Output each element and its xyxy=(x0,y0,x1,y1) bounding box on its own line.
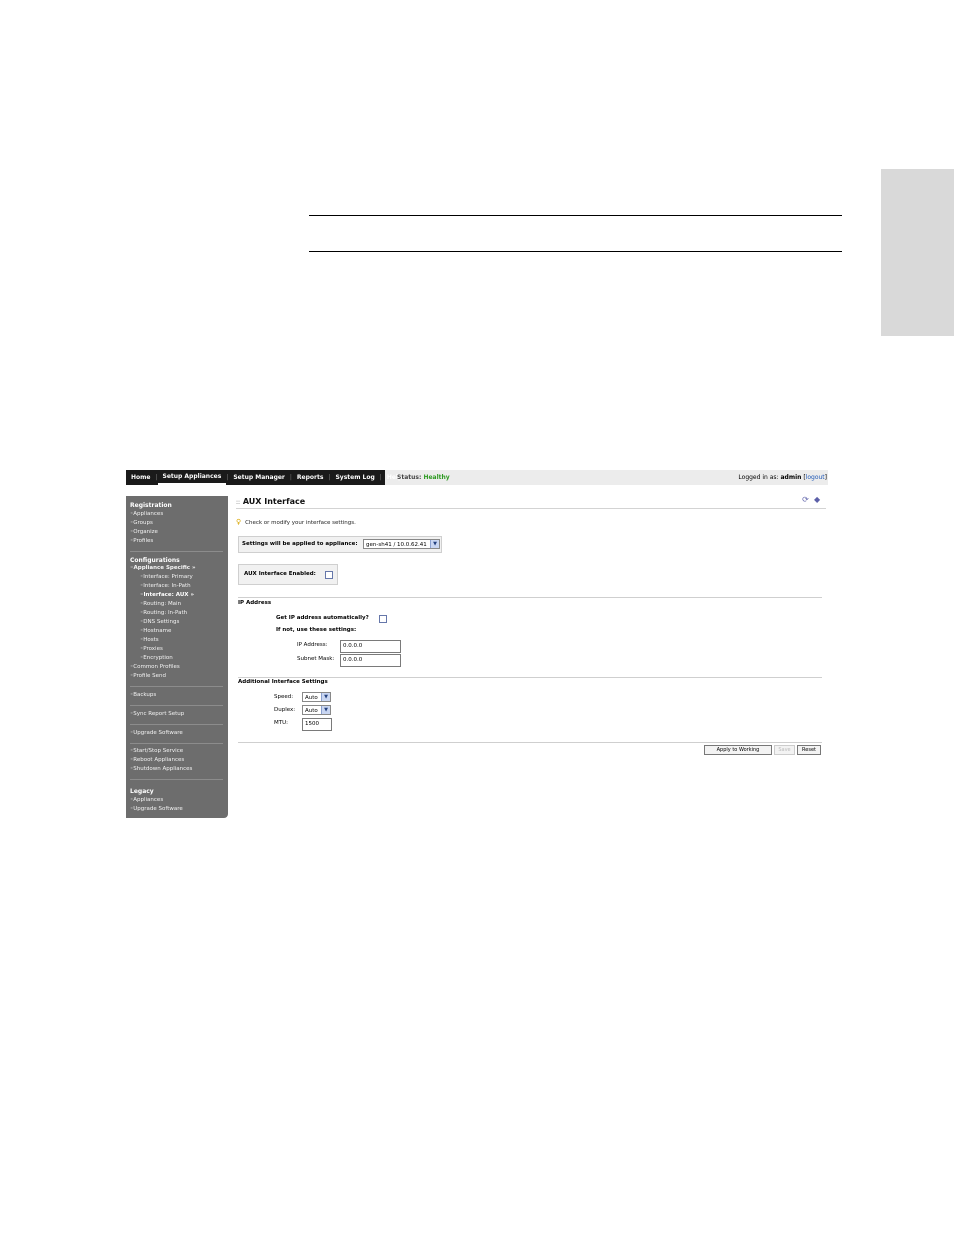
nav-reports[interactable]: Reports xyxy=(292,470,329,485)
ip-section-heading: IP Address xyxy=(238,600,272,606)
appliance-selector-box: Settings will be applied to appliance: g… xyxy=(238,536,442,553)
sidebar: Registration ◦Appliances ◦Groups ◦Organi… xyxy=(126,496,228,818)
top-bar: Home | Setup Appliances | Setup Manager … xyxy=(126,470,828,485)
sidebar-heading-legacy: Legacy xyxy=(130,788,154,795)
mtu-label: MTU: xyxy=(274,720,288,726)
sidebar-heading-registration: Registration xyxy=(130,502,172,509)
sidebar-item-interface-primary[interactable]: ◦Interface: Primary xyxy=(140,573,193,582)
nav-home[interactable]: Home xyxy=(126,470,155,485)
sidebar-item-start-stop-service[interactable]: ◦Start/Stop Service xyxy=(130,747,183,756)
status-value: Healthy xyxy=(423,474,450,481)
mtu-input[interactable] xyxy=(302,718,332,731)
subnet-mask-input[interactable] xyxy=(340,654,401,667)
header-rule-top xyxy=(309,215,842,216)
additional-section-heading: Additional Interface Settings xyxy=(238,679,328,685)
sidebar-item-hosts[interactable]: ◦Hosts xyxy=(140,636,159,645)
aux-enabled-box: AUX Interface Enabled: xyxy=(238,564,338,585)
aux-enabled-label: AUX Interface Enabled: xyxy=(244,571,316,577)
ip-manual-label: If not, use these settings: xyxy=(276,627,357,633)
hint-text: ♀ Check or modify your interface settings… xyxy=(236,518,356,526)
sidebar-item-legacy-upgrade-software[interactable]: ◦Upgrade Software xyxy=(130,805,183,814)
refresh-icon[interactable]: ⟳ xyxy=(802,496,810,504)
sidebar-item-encryption[interactable]: ◦Encryption xyxy=(140,654,173,663)
login-prefix: Logged in as: xyxy=(738,474,779,481)
lightbulb-icon: ♀ xyxy=(236,518,242,526)
sidebar-item-shutdown-appliances[interactable]: ◦Shutdown Appliances xyxy=(130,765,192,774)
appliance-select[interactable]: gen-sh41 / 10.0.62.41 ▼ xyxy=(363,539,440,549)
sidebar-item-profile-send[interactable]: ◦Profile Send xyxy=(130,672,166,681)
page-edge-tab xyxy=(881,169,954,336)
sidebar-item-organize[interactable]: ◦Organize xyxy=(130,528,158,537)
logout-link[interactable]: logout xyxy=(806,474,825,481)
sidebar-item-sync-report-setup[interactable]: ◦Sync Report Setup xyxy=(130,710,184,719)
sidebar-item-hostname[interactable]: ◦Hostname xyxy=(140,627,171,636)
duplex-select[interactable]: Auto ▼ xyxy=(302,705,331,715)
sidebar-item-proxies[interactable]: ◦Proxies xyxy=(140,645,163,654)
sidebar-item-appliances[interactable]: ◦Appliances xyxy=(130,510,163,519)
duplex-label: Duplex: xyxy=(274,707,296,713)
sidebar-item-routing-in-path[interactable]: ◦Routing: In-Path xyxy=(140,609,187,618)
sidebar-item-backups[interactable]: ◦Backups xyxy=(130,691,156,700)
subnet-mask-label: Subnet Mask: xyxy=(297,656,335,662)
ip-address-input[interactable] xyxy=(340,640,401,653)
save-button[interactable]: Save xyxy=(774,745,795,755)
nav-setup-appliances[interactable]: Setup Appliances xyxy=(157,470,227,485)
sidebar-item-dns-settings[interactable]: ◦DNS Settings xyxy=(140,618,179,627)
sidebar-item-common-profiles[interactable]: ◦Common Profiles xyxy=(130,663,180,672)
print-icon[interactable]: ◆ xyxy=(814,496,822,504)
header-rule-bottom xyxy=(309,251,842,252)
status-label: Status: xyxy=(397,474,422,481)
sidebar-item-legacy-appliances[interactable]: ◦Appliances xyxy=(130,796,163,805)
screenshot-ui: Home | Setup Appliances | Setup Manager … xyxy=(126,470,828,820)
login-user: admin xyxy=(780,474,802,481)
apply-to-working-button[interactable]: Apply to Working xyxy=(704,745,772,755)
chevron-down-icon: ▼ xyxy=(430,540,439,548)
main-nav: Home | Setup Appliances | Setup Manager … xyxy=(126,470,402,485)
aux-enabled-checkbox[interactable] xyxy=(325,571,333,579)
speed-select[interactable]: Auto ▼ xyxy=(302,692,331,702)
ip-address-label: IP Address: xyxy=(297,642,328,648)
sidebar-item-profiles[interactable]: ◦Profiles xyxy=(130,537,153,546)
chevron-down-icon: ▼ xyxy=(321,706,330,714)
sidebar-item-reboot-appliances[interactable]: ◦Reboot Appliances xyxy=(130,756,184,765)
ip-auto-label: Get IP address automatically? xyxy=(276,615,369,621)
chevron-down-icon: ▼ xyxy=(321,693,330,701)
reset-button[interactable]: Reset xyxy=(797,745,821,755)
sidebar-item-groups[interactable]: ◦Groups xyxy=(130,519,153,528)
login-info: Logged in as: admin [logout] xyxy=(738,474,827,481)
sidebar-item-routing-main[interactable]: ◦Routing: Main xyxy=(140,600,181,609)
sidebar-item-interface-aux[interactable]: ◦Interface: AUX » xyxy=(140,591,194,600)
sidebar-item-appliance-specific[interactable]: ◦Appliance Specific » xyxy=(130,564,196,573)
sidebar-item-upgrade-software[interactable]: ◦Upgrade Software xyxy=(130,729,183,738)
status-indicator: Status: Healthy xyxy=(397,470,450,485)
nav-setup-manager[interactable]: Setup Manager xyxy=(228,470,290,485)
ip-auto-checkbox[interactable] xyxy=(379,615,387,623)
nav-system-log[interactable]: System Log xyxy=(330,470,379,485)
speed-label: Speed: xyxy=(274,694,294,700)
page-title: :: AUX Interface xyxy=(236,497,306,506)
apply-label: Settings will be applied to appliance: xyxy=(242,541,358,547)
title-icons: ⟳ ◆ xyxy=(800,496,822,504)
sidebar-item-interface-in-path[interactable]: ◦Interface: In-Path xyxy=(140,582,191,591)
